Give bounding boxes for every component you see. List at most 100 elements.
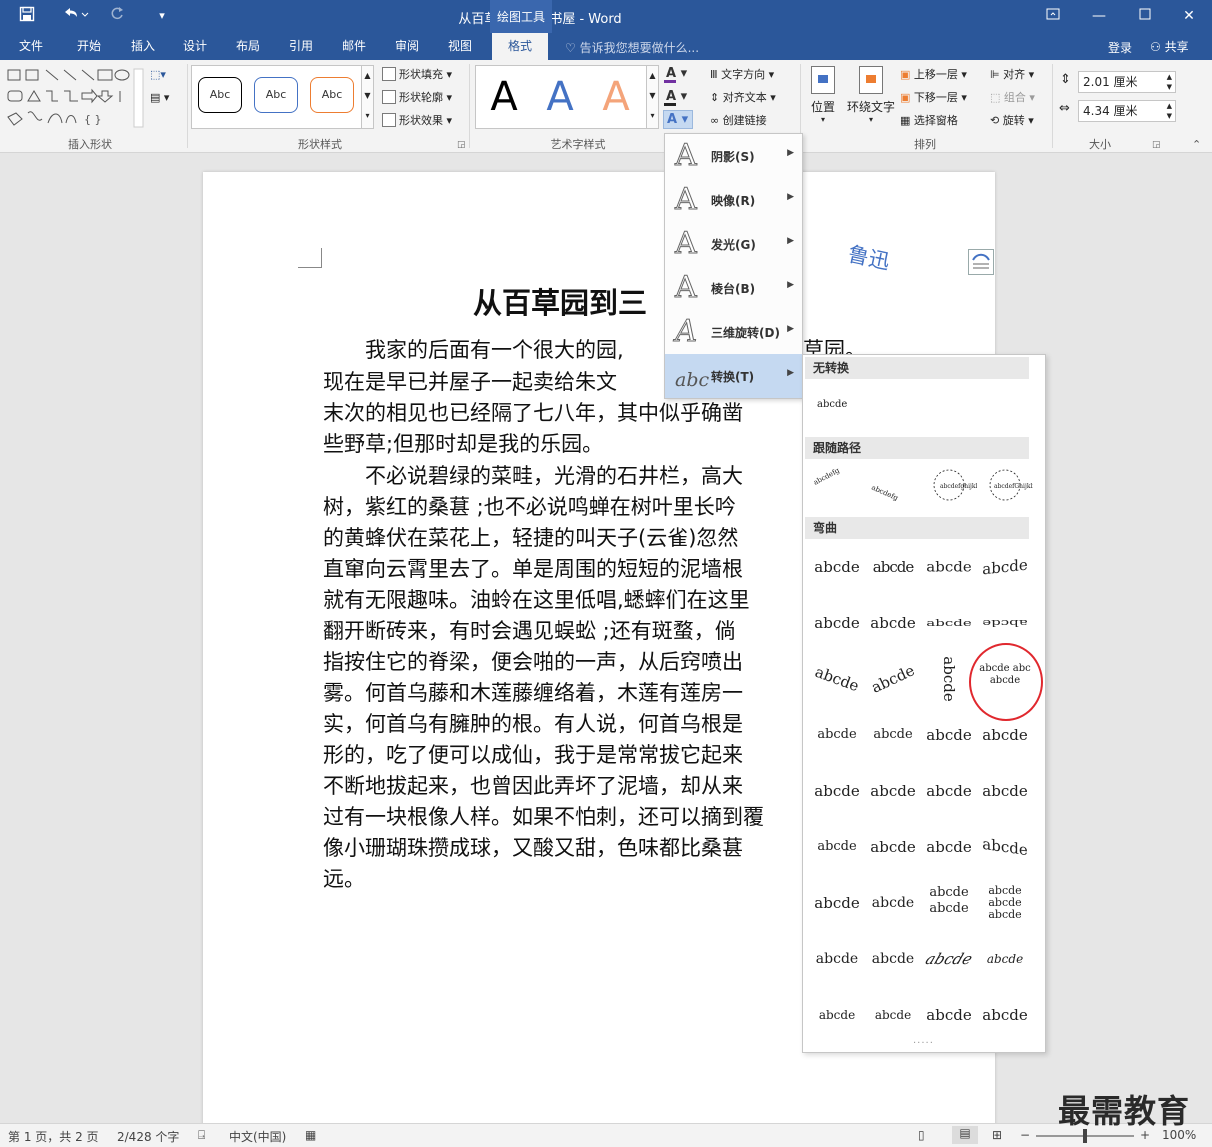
- warp-transform-option[interactable]: abcde: [865, 993, 921, 1037]
- bring-forward-button[interactable]: ▣ 上移一层 ▾: [900, 65, 967, 85]
- word-count[interactable]: 2/428 个字: [117, 1128, 179, 1145]
- height-spinner[interactable]: 2.01 厘米 ▲ ▼: [1078, 71, 1176, 93]
- tab-layout[interactable]: 布局: [225, 33, 271, 60]
- warp-transform-option[interactable]: abcde: [809, 769, 865, 813]
- tab-design[interactable]: 设计: [172, 33, 218, 60]
- send-backward-button[interactable]: ▣ 下移一层 ▾: [900, 88, 967, 108]
- gallery-resize-handle[interactable]: ·····: [913, 1038, 934, 1049]
- warp-transform-option[interactable]: abcde: [858, 647, 927, 711]
- collapse-ribbon-icon[interactable]: ⌃: [1192, 138, 1201, 151]
- shape-style-sample[interactable]: Abc: [198, 77, 242, 113]
- transform-option-arch-down[interactable]: abcdefg: [865, 463, 921, 507]
- transform-option-circle[interactable]: abcdefghijklmno: [921, 463, 977, 507]
- read-mode-icon[interactable]: ▯: [918, 1128, 925, 1142]
- tab-review[interactable]: 审阅: [384, 33, 430, 60]
- warp-transform-option[interactable]: abcde: [865, 545, 921, 589]
- transform-option-button[interactable]: abcdefGhijklmno: [977, 463, 1033, 507]
- share-button[interactable]: ⚇ 共享: [1150, 38, 1189, 55]
- tab-references[interactable]: 引用: [278, 33, 324, 60]
- warp-transform-option[interactable]: abcde: [921, 993, 977, 1037]
- menu-item-reflection[interactable]: A 映像(R) ▶: [665, 178, 802, 222]
- menu-item-bevel[interactable]: A 棱台(B) ▶: [665, 266, 802, 310]
- warp-transform-option[interactable]: abcde: [977, 610, 1033, 636]
- position-button[interactable]: 位置 ▾: [806, 66, 840, 132]
- wordart-style-sample[interactable]: A: [596, 74, 636, 120]
- gallery-scroll[interactable]: ▲ ▼ ▾: [646, 65, 659, 129]
- proofing-icon[interactable]: ⍈: [198, 1128, 205, 1143]
- maximize-icon[interactable]: [1122, 0, 1168, 33]
- warp-transform-option[interactable]: abcde: [921, 610, 977, 636]
- warp-transform-option[interactable]: abcde: [809, 713, 865, 757]
- transform-option-arch-up[interactable]: abcdefg: [809, 463, 865, 507]
- warp-transform-option[interactable]: abcde: [977, 993, 1033, 1037]
- menu-item-3d-rotation[interactable]: A 三维旋转(D) ▶: [665, 310, 802, 354]
- rotate-button[interactable]: ⟲ 旋转 ▾: [990, 111, 1034, 131]
- minimize-icon[interactable]: —: [1076, 0, 1122, 33]
- warp-transform-option[interactable]: abcde: [809, 825, 865, 869]
- warp-transform-option[interactable]: abcde: [977, 769, 1033, 813]
- tab-format[interactable]: 格式: [492, 33, 548, 60]
- tab-view[interactable]: 视图: [437, 33, 483, 60]
- warp-transform-option[interactable]: abcde: [803, 649, 871, 709]
- no-transform-option[interactable]: abcde: [817, 399, 847, 410]
- shape-style-sample[interactable]: Abc: [310, 77, 354, 113]
- customize-qat-icon[interactable]: ▾: [152, 6, 172, 26]
- warp-transform-option[interactable]: abcde: [809, 601, 865, 645]
- warp-transform-option[interactable]: abcde: [809, 545, 865, 589]
- create-link-button[interactable]: ∞ 创建链接: [710, 111, 767, 131]
- warp-transform-option[interactable]: abcde abcde: [921, 881, 977, 925]
- menu-item-shadow[interactable]: A 阴影(S) ▶: [665, 134, 802, 178]
- warp-transform-option[interactable]: abcde abcde abcde: [977, 881, 1033, 925]
- web-layout-icon[interactable]: ⊞: [992, 1128, 1002, 1142]
- shape-fill-button[interactable]: 形状填充 ▾: [382, 65, 452, 85]
- spinner-arrows-icon[interactable]: ▲ ▼: [1167, 101, 1172, 121]
- warp-transform-option[interactable]: abcde: [977, 937, 1033, 981]
- text-box-button[interactable]: ▤ ▾: [150, 88, 169, 108]
- warp-transform-option[interactable]: abcde: [809, 937, 865, 981]
- wordart-style-sample[interactable]: A: [540, 74, 580, 120]
- tab-file[interactable]: 文件: [8, 33, 54, 60]
- layout-options-icon[interactable]: [968, 249, 994, 275]
- menu-item-glow[interactable]: A 发光(G) ▶: [665, 222, 802, 266]
- align-button[interactable]: ⊫ 对齐 ▾: [990, 65, 1034, 85]
- warp-transform-option[interactable]: abcde: [809, 881, 865, 925]
- text-fill-icon[interactable]: A ▾: [664, 66, 694, 84]
- group-button[interactable]: ⬚ 组合 ▾: [990, 88, 1035, 108]
- spinner-arrows-icon[interactable]: ▲ ▼: [1167, 72, 1172, 92]
- warp-transform-option[interactable]: abcde: [865, 881, 921, 925]
- warp-transform-option[interactable]: abcde: [921, 713, 977, 757]
- macro-icon[interactable]: ▦: [305, 1128, 316, 1142]
- sign-in-link[interactable]: 登录: [1108, 39, 1132, 56]
- text-outline-icon[interactable]: A ▾: [664, 89, 694, 107]
- warp-transform-option[interactable]: abcde: [865, 601, 921, 645]
- wrap-text-button[interactable]: 环绕文字 ▾: [844, 66, 898, 132]
- warp-transform-option[interactable]: abcde: [921, 547, 977, 587]
- tell-me-box[interactable]: ♡ 告诉我您想要做什么...: [565, 39, 699, 55]
- warp-transform-option[interactable]: abcde: [921, 769, 977, 813]
- warp-transform-option[interactable]: abcde: [927, 651, 971, 707]
- dialog-launcher-icon[interactable]: ◲: [1152, 140, 1161, 150]
- warp-transform-option[interactable]: abcde: [913, 937, 985, 981]
- warp-transform-option[interactable]: abcde: [809, 993, 865, 1037]
- zoom-out-icon[interactable]: −: [1020, 1128, 1030, 1142]
- warp-transform-option[interactable]: abcde: [921, 825, 977, 869]
- print-layout-icon[interactable]: ▤: [952, 1126, 978, 1144]
- wordart-object[interactable]: 鲁迅: [845, 238, 892, 276]
- align-text-button[interactable]: ⇕ 对齐文本 ▾: [710, 88, 776, 108]
- warp-transform-option[interactable]: abcde: [865, 713, 921, 757]
- page-count[interactable]: 第 1 页，共 2 页: [8, 1128, 99, 1145]
- close-icon[interactable]: ✕: [1166, 0, 1212, 33]
- redo-icon[interactable]: [106, 6, 128, 26]
- warp-transform-option[interactable]: abcde: [977, 821, 1033, 873]
- zoom-slider[interactable]: [1036, 1129, 1134, 1143]
- shape-effects-button[interactable]: 形状效果 ▾: [382, 111, 452, 131]
- tab-insert[interactable]: 插入: [120, 33, 166, 60]
- warp-transform-option[interactable]: abcde: [865, 769, 921, 813]
- shapes-gallery[interactable]: { }: [6, 67, 144, 129]
- edit-shape-button[interactable]: ⬚▾: [150, 65, 166, 85]
- wordart-style-sample[interactable]: A: [484, 74, 524, 120]
- shape-outline-button[interactable]: 形状轮廓 ▾: [382, 88, 452, 108]
- language[interactable]: 中文(中国): [229, 1128, 286, 1145]
- tab-home[interactable]: 开始: [66, 33, 112, 60]
- selection-pane-button[interactable]: ▦ 选择窗格: [900, 111, 958, 131]
